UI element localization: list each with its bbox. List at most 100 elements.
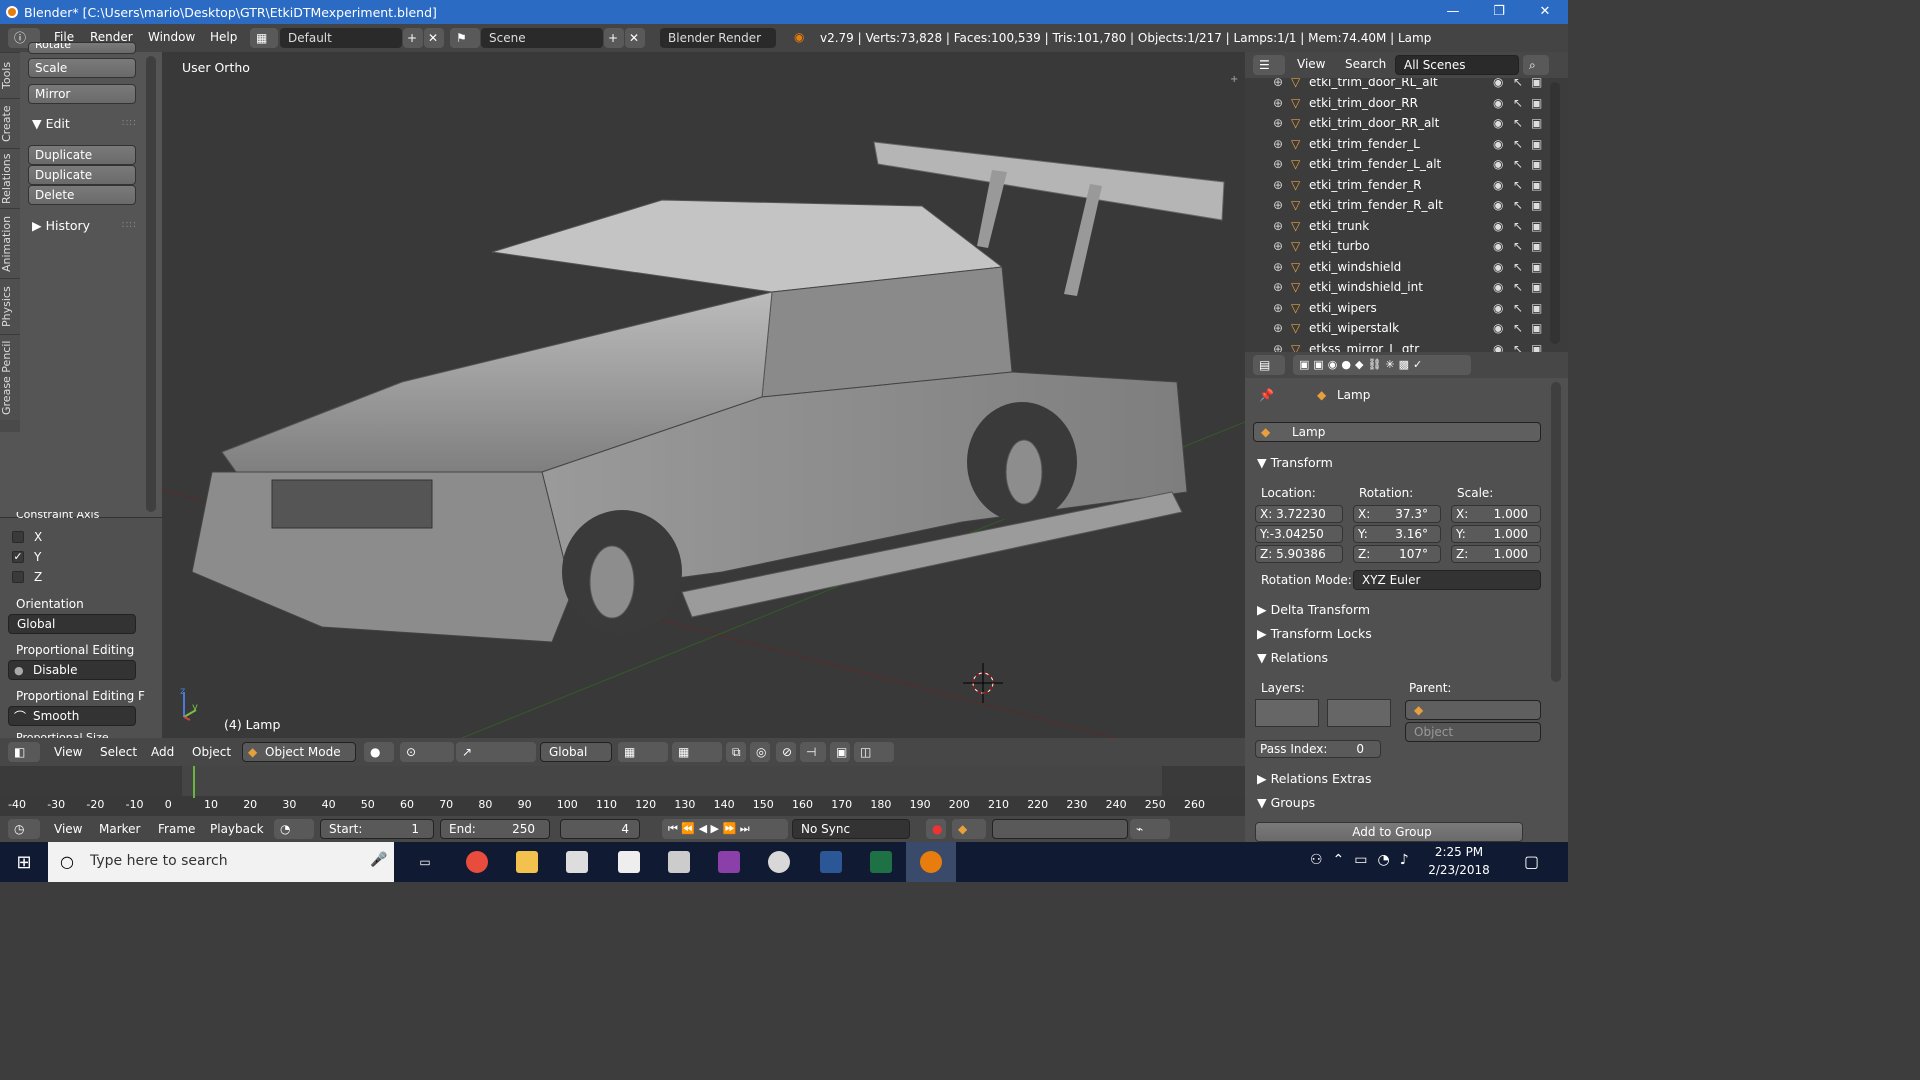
transform-orientation-select[interactable]: Global: [540, 742, 612, 762]
scale-x-field[interactable]: X: 1.000: [1451, 505, 1541, 523]
tab-tools[interactable]: Tools: [0, 52, 20, 98]
render-icon[interactable]: ▣: [1531, 216, 1542, 236]
keying-icon[interactable]: ◆: [952, 819, 986, 839]
outliner-row[interactable]: ⊕ ▽ etki_trim_fender_L ◉ ↖ ▣: [1245, 134, 1545, 154]
select-arrow-icon[interactable]: ↖: [1513, 277, 1523, 297]
rotation-z-field[interactable]: Z: 107°: [1353, 545, 1441, 563]
expand-icon[interactable]: ⊕: [1273, 339, 1283, 353]
proportional-editing-select[interactable]: Disable: [8, 660, 136, 680]
shading-icon[interactable]: ●: [364, 742, 394, 762]
visibility-icon[interactable]: ◉: [1493, 154, 1503, 174]
visibility-icon[interactable]: ◉: [1493, 78, 1503, 92]
rotation-mode-select[interactable]: XYZ Euler: [1353, 570, 1541, 590]
minimize-button[interactable]: —: [1430, 0, 1476, 24]
render-icon[interactable]: ▣: [1531, 339, 1542, 353]
delta-transform-header[interactable]: ▶ Delta Transform: [1257, 602, 1370, 617]
blender-taskbar-icon[interactable]: [906, 842, 956, 882]
render-icon[interactable]: ▣: [1531, 195, 1542, 215]
visibility-icon[interactable]: ◉: [1493, 134, 1503, 154]
visibility-icon[interactable]: ◉: [1493, 93, 1503, 113]
expand-icon[interactable]: ⊕: [1273, 277, 1283, 297]
render-icon[interactable]: ▣: [1531, 175, 1542, 195]
select-arrow-icon[interactable]: ↖: [1513, 339, 1523, 353]
render-icon[interactable]: ▣: [1531, 257, 1542, 277]
object-menu[interactable]: Object: [182, 745, 241, 759]
location-x-field[interactable]: X: 3.72230: [1255, 505, 1343, 523]
relations-header[interactable]: ▼ Relations: [1257, 650, 1328, 665]
add-scene-icon[interactable]: +: [604, 28, 624, 48]
sync-select[interactable]: No Sync: [792, 819, 910, 839]
select-arrow-icon[interactable]: ↖: [1513, 175, 1523, 195]
outliner-row[interactable]: ⊕ ▽ etki_windshield_int ◉ ↖ ▣: [1245, 277, 1545, 297]
select-arrow-icon[interactable]: ↖: [1513, 236, 1523, 256]
timeline-view-menu[interactable]: View: [44, 822, 92, 836]
onenote-icon[interactable]: [704, 842, 754, 882]
render-icon[interactable]: ▣: [1531, 236, 1542, 256]
scale-button[interactable]: Scale: [28, 58, 136, 78]
outliner-view-menu[interactable]: View: [1297, 57, 1325, 71]
render-icon[interactable]: ▣: [1531, 277, 1542, 297]
screen-layout-field[interactable]: Default: [280, 28, 402, 48]
photos-icon[interactable]: [654, 842, 704, 882]
preview-range-icon[interactable]: ◔: [274, 819, 314, 839]
mirror-button[interactable]: Mirror: [28, 84, 136, 104]
outliner-search-icon[interactable]: ⌕: [1523, 55, 1549, 75]
outliner-row[interactable]: ⊕ ▽ etki_trim_fender_L_alt ◉ ↖ ▣: [1245, 154, 1545, 174]
visibility-icon[interactable]: ◉: [1493, 318, 1503, 338]
playback-controls[interactable]: ⏮ ⏪ ◀ ▶ ⏩ ⏭: [662, 819, 788, 839]
tool-shelf-scrollbar[interactable]: [146, 56, 156, 512]
transform-locks-header[interactable]: ▶ Transform Locks: [1257, 626, 1372, 641]
paint-icon[interactable]: [754, 842, 804, 882]
proportional-icon[interactable]: ◎: [750, 742, 770, 762]
outliner-row[interactable]: ⊕ ▽ etki_trim_door_RR ◉ ↖ ▣: [1245, 93, 1545, 113]
pivot-icon[interactable]: ⊙: [400, 742, 454, 762]
outliner-row[interactable]: ⊕ ▽ etki_trim_door_RL_alt ◉ ↖ ▣: [1245, 78, 1545, 92]
select-arrow-icon[interactable]: ↖: [1513, 78, 1523, 92]
microphone-icon[interactable]: 🎤: [370, 852, 387, 868]
task-view-icon[interactable]: ▭: [400, 842, 450, 882]
outliner-search-menu[interactable]: Search: [1345, 57, 1386, 71]
outliner-row[interactable]: ⊕ ▽ etki_trunk ◉ ↖ ▣: [1245, 216, 1545, 236]
editor-type-timeline-icon[interactable]: ◷: [8, 819, 40, 839]
scene-field[interactable]: Scene: [481, 28, 603, 48]
system-tray-icons[interactable]: ⚇⌃▭◔♪: [1310, 852, 1419, 868]
location-z-field[interactable]: Z: 5.90386: [1255, 545, 1343, 563]
screen-layout-icon[interactable]: ▦: [250, 28, 278, 48]
view-menu[interactable]: View: [44, 745, 92, 759]
menu-window[interactable]: Window: [138, 30, 205, 44]
current-frame-marker[interactable]: [193, 766, 195, 798]
outliner-row[interactable]: ⊕ ▽ etki_trim_fender_R ◉ ↖ ▣: [1245, 175, 1545, 195]
proportional-falloff-select[interactable]: Smooth: [8, 706, 136, 726]
mode-select[interactable]: Object Mode: [242, 742, 356, 762]
render-icon[interactable]: ▣: [1531, 93, 1542, 113]
store-icon[interactable]: [552, 842, 602, 882]
visibility-icon[interactable]: ◉: [1493, 175, 1503, 195]
pass-index-field[interactable]: Pass Index: 0: [1255, 740, 1381, 758]
snap-icon[interactable]: ⊘: [776, 742, 796, 762]
history-panel-header[interactable]: ▶ History: [32, 218, 90, 233]
duplicate-linked-button[interactable]: Duplicate Linked: [28, 165, 136, 200]
tab-grease-pencil[interactable]: Grease Pencil: [0, 334, 20, 420]
playback-menu[interactable]: Playback: [200, 822, 274, 836]
visibility-icon[interactable]: ◉: [1493, 339, 1503, 353]
editor-type-3d-icon[interactable]: ◧: [8, 742, 40, 762]
frame-menu[interactable]: Frame: [148, 822, 205, 836]
insert-keyframe-icon[interactable]: ⌁: [1130, 819, 1170, 839]
pin-icon[interactable]: 📌: [1259, 388, 1274, 402]
menu-help[interactable]: Help: [200, 30, 247, 44]
outliner-row[interactable]: ⊕ ▽ etki_wiperstalk ◉ ↖ ▣: [1245, 318, 1545, 338]
outliner-row[interactable]: ⊕ ▽ etki_trim_door_RR_alt ◉ ↖ ▣: [1245, 113, 1545, 133]
editor-type-properties-icon[interactable]: ▤: [1253, 355, 1285, 375]
z-axis-checkbox[interactable]: [12, 571, 24, 583]
render-icon[interactable]: ▣: [1531, 78, 1542, 92]
select-arrow-icon[interactable]: ↖: [1513, 134, 1523, 154]
expand-icon[interactable]: ⊕: [1273, 236, 1283, 256]
relations-extras-header[interactable]: ▶ Relations Extras: [1257, 771, 1371, 786]
tab-relations[interactable]: Relations: [0, 148, 20, 208]
visibility-icon[interactable]: ◉: [1493, 216, 1503, 236]
expand-icon[interactable]: ⊕: [1273, 134, 1283, 154]
remove-scene-icon[interactable]: ✕: [625, 28, 645, 48]
transform-panel-header[interactable]: ▼ Transform: [1257, 455, 1333, 470]
object-name-field[interactable]: Lamp: [1253, 422, 1541, 442]
render-animation-icon[interactable]: ◫: [854, 742, 894, 762]
